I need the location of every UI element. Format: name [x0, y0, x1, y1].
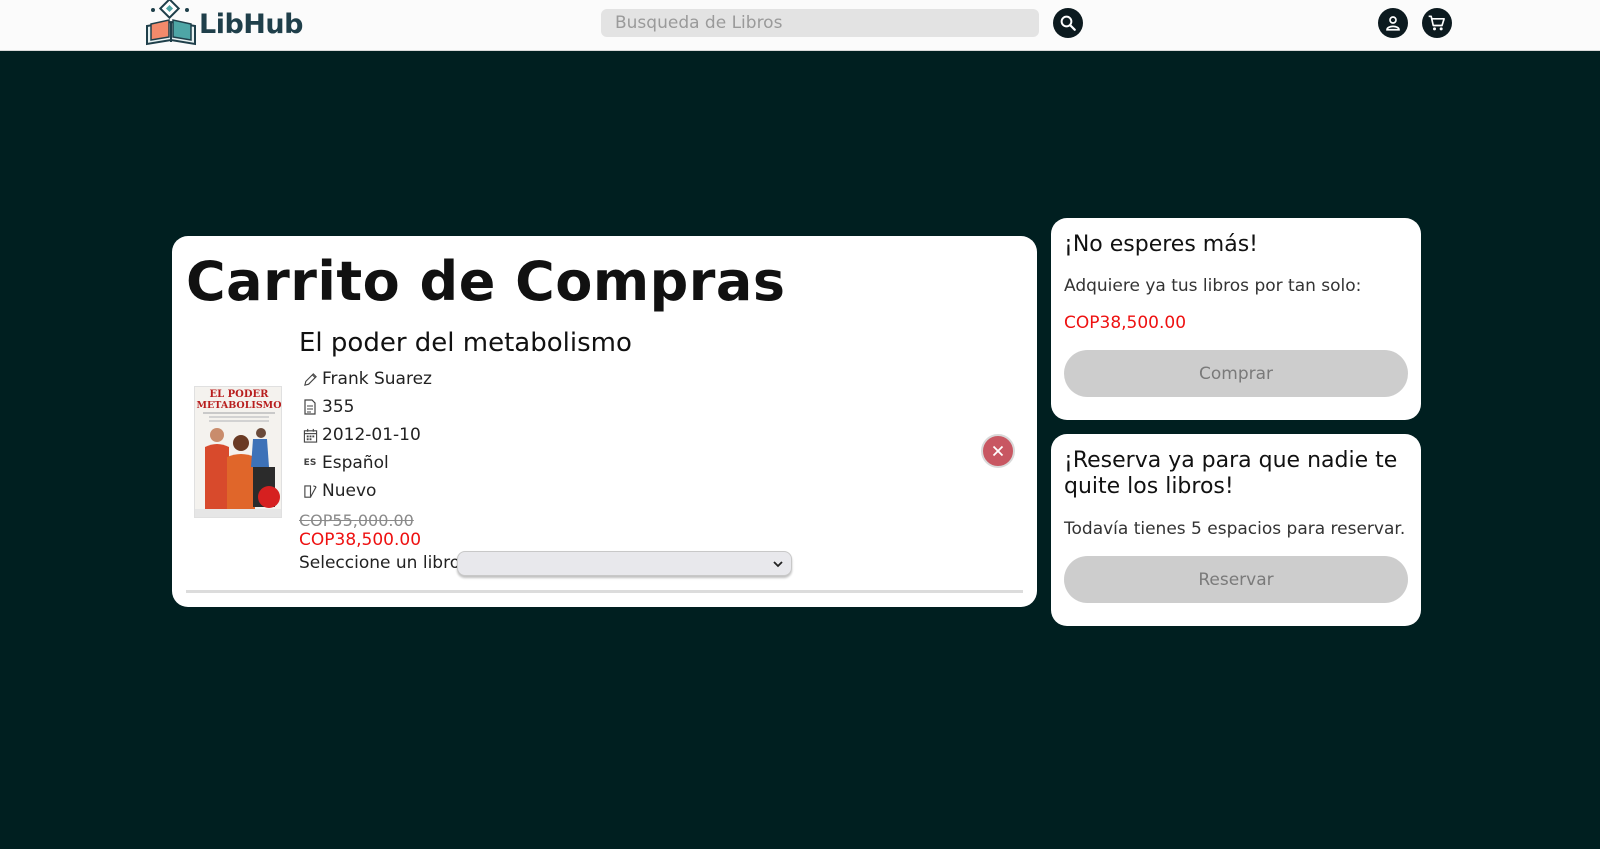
book-condition-icon — [302, 483, 318, 499]
document-icon — [302, 399, 318, 415]
book-title[interactable]: El poder del metabolismo — [299, 328, 632, 358]
calendar-icon — [302, 427, 318, 443]
user-icon — [1386, 16, 1400, 31]
buy-panel-title: ¡No esperes más! — [1064, 232, 1258, 257]
cart-divider — [186, 590, 1023, 593]
top-navbar: LibHub — [0, 0, 1600, 51]
buy-button[interactable]: Comprar — [1064, 350, 1408, 397]
book-language: Español — [322, 453, 389, 473]
book-pages: 355 — [322, 397, 355, 417]
search-input[interactable] — [601, 9, 1039, 37]
search-button[interactable] — [1053, 8, 1083, 38]
user-account-button[interactable] — [1378, 8, 1408, 38]
cart-card: Carrito de Compras EL PODER METABOLISMO … — [172, 236, 1037, 607]
buy-panel: ¡No esperes más! Adquiere ya tus libros … — [1051, 218, 1421, 420]
language-icon: ES — [303, 458, 317, 468]
book-author-row: Frank Suarez — [302, 369, 432, 389]
book-pages-row: 355 — [302, 397, 354, 417]
buy-panel-price: COP38,500.00 — [1064, 313, 1187, 333]
book-date-row: 2012-01-10 — [302, 425, 421, 445]
book-condition-row: Nuevo — [302, 481, 376, 501]
original-price: COP55,000.00 — [299, 511, 414, 530]
reserve-button[interactable]: Reservar — [1064, 556, 1408, 603]
book-cover-image[interactable]: EL PODER METABOLISMO — [194, 386, 282, 518]
reserve-panel-title: ¡Reserva ya para que nadie te quite los … — [1064, 448, 1398, 499]
select-book-label: Seleccione un libro: — [299, 553, 466, 573]
cart-icon — [1428, 15, 1445, 31]
book-author: Frank Suarez — [322, 369, 432, 389]
pencil-icon — [302, 371, 318, 387]
logo[interactable]: LibHub — [143, 0, 303, 48]
cover-title-line1: EL PODER — [210, 389, 270, 400]
remove-item-button[interactable] — [981, 434, 1015, 468]
logo-icon — [146, 0, 196, 46]
brand-name: LibHub — [199, 8, 303, 40]
book-condition: Nuevo — [322, 481, 377, 501]
book-language-row: ES Español — [302, 453, 389, 473]
search-icon — [1060, 15, 1076, 31]
reserve-panel-text: Todavía tienes 5 espacios para reservar. — [1064, 519, 1406, 539]
close-icon — [992, 445, 1004, 457]
page-title: Carrito de Compras — [186, 250, 786, 313]
book-cover-art: EL PODER METABOLISMO — [195, 387, 282, 517]
reserve-panel: ¡Reserva ya para que nadie te quite los … — [1051, 434, 1421, 626]
book-select-dropdown[interactable] — [457, 551, 792, 576]
buy-panel-text: Adquiere ya tus libros por tan solo: — [1064, 276, 1362, 296]
cart-button[interactable] — [1422, 8, 1452, 38]
book-date: 2012-01-10 — [322, 425, 421, 445]
discounted-price: COP38,500.00 — [299, 530, 422, 550]
cover-title-line2: METABOLISMO — [197, 400, 282, 411]
